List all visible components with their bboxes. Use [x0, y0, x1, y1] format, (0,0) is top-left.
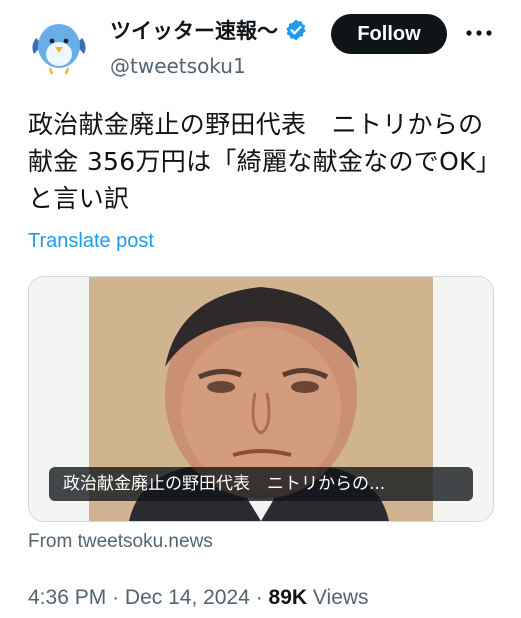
- meta-separator-2: ·: [255, 586, 263, 609]
- tweet-time[interactable]: 4:36 PM: [28, 586, 106, 609]
- author-handle[interactable]: @tweetsoku1: [110, 54, 308, 78]
- verified-badge-icon: [284, 18, 308, 42]
- card-caption: 政治献金廃止の野田代表 ニトリからの...: [49, 467, 473, 501]
- more-options-icon[interactable]: [464, 21, 494, 45]
- bird-avatar-icon: [28, 16, 90, 78]
- tweet-text: 政治献金廃止の野田代表 ニトリからの献金 356万円は「綺麗な献金なのでOK」と…: [28, 110, 489, 213]
- views-label: Views: [312, 586, 369, 609]
- meta-separator: ·: [112, 586, 120, 609]
- translate-post-link[interactable]: Translate post: [28, 230, 154, 253]
- views-count[interactable]: 89K: [269, 586, 308, 609]
- link-card[interactable]: 政治献金廃止の野田代表 ニトリからの...: [28, 276, 494, 522]
- follow-button[interactable]: Follow: [331, 14, 447, 54]
- tweet-date[interactable]: Dec 14, 2024: [125, 586, 250, 609]
- author-names: ツイッター速報〜 @tweetsoku1: [110, 14, 308, 78]
- author-display-name[interactable]: ツイッター速報〜: [110, 14, 308, 46]
- tweet-header: ツイッター速報〜 @tweetsoku1 Follow: [0, 0, 521, 90]
- tweet-meta: 4:36 PM · Dec 14, 2024 · 89K Views: [28, 586, 369, 610]
- card-source[interactable]: From tweetsoku.news: [28, 531, 213, 553]
- display-name-text: ツイッター速報〜: [110, 19, 278, 43]
- avatar[interactable]: [28, 16, 90, 78]
